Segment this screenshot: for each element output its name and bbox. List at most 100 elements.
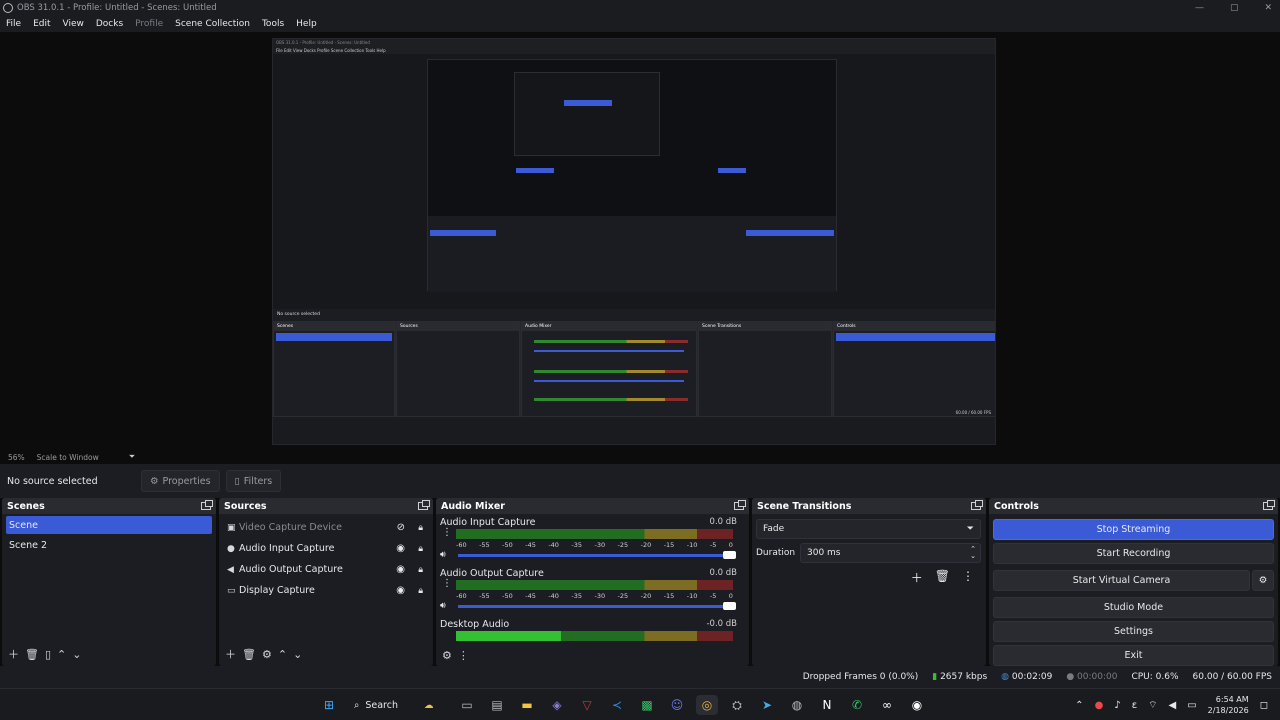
notion-icon[interactable]: N [816,695,838,715]
source-item[interactable]: ▭ Display Capture ◉ 🔒︎ [219,580,433,601]
kebab-menu-icon[interactable]: ⋮ [442,527,452,538]
source-item[interactable]: ▣ Video Capture Device ⊘ 🔒︎ [219,517,433,538]
filters-button[interactable]: ▯ Filters [225,470,282,492]
minimize-icon[interactable]: — [1195,3,1204,13]
menu-view[interactable]: View [57,19,90,29]
chrome-icon[interactable]: ◎ [696,695,718,715]
exit-button[interactable]: Exit [993,645,1274,666]
slider-handle[interactable] [723,551,736,559]
trash-icon[interactable]: 🗑 [242,648,256,661]
slider-handle[interactable] [723,602,736,610]
add-icon[interactable]: ＋ [8,646,19,662]
volume-icon[interactable]: ◀ [1169,700,1177,711]
eye-icon[interactable]: ◉ [396,543,405,554]
scene-item[interactable]: Scene 2 [6,536,212,554]
undock-icon[interactable] [971,500,983,510]
gear-icon[interactable]: ⚙ [262,648,272,661]
file-explorer-icon[interactable]: ▬ [516,695,538,715]
menu-tools[interactable]: Tools [256,19,290,29]
arrow-down-icon[interactable]: ⌄ [72,648,81,661]
start-virtual-camera-button[interactable]: Start Virtual Camera [993,570,1250,591]
wifi-icon[interactable]: ⌔ [1148,699,1157,712]
trash-icon[interactable]: 🗑 [935,569,950,586]
kebab-menu-icon[interactable]: ⋮ [442,578,452,589]
minecraft-icon[interactable]: ▩ [636,695,658,715]
scene-item[interactable]: Scene [6,516,212,534]
mixer-settings-icon[interactable]: ⚙ [442,649,452,662]
preview-canvas[interactable]: OBS 31.0.1 - Profile: Untitled - Scenes:… [0,32,1280,450]
github-icon[interactable]: ◍ [786,695,808,715]
telegram-icon[interactable]: ➤ [756,695,778,715]
undock-icon[interactable] [418,500,430,510]
transition-select[interactable]: Fade ⏷ [756,519,981,539]
settings-button[interactable]: Settings [993,621,1274,642]
app-icon[interactable]: ∞ [876,695,898,715]
whatsapp-icon[interactable]: ✆ [846,695,868,715]
steam-icon[interactable]: ⛭ [726,695,748,715]
filter-icon[interactable]: ▯ [45,648,51,661]
chevron-up-icon[interactable]: ⌃ [1075,700,1083,711]
discord-icon[interactable]: ☺ [666,695,688,715]
kebab-menu-icon[interactable]: ⋮ [962,569,974,586]
add-icon[interactable]: ＋ [225,646,236,662]
meter-tick-label: -60 [456,592,467,600]
undock-icon[interactable] [1263,500,1275,510]
language-indicator[interactable]: ε [1132,700,1137,711]
eye-hidden-icon[interactable]: ⊘ [397,522,405,533]
notification-icon[interactable]: ◻ [1260,700,1268,711]
arrow-up-icon[interactable]: ⌃ [278,648,287,661]
lock-icon[interactable]: 🔒︎ [418,523,423,533]
menu-edit[interactable]: Edit [27,19,56,29]
chevron-down-icon[interactable]: ⏷ [129,452,135,462]
menu-help[interactable]: Help [290,19,323,29]
studio-mode-button[interactable]: Studio Mode [993,597,1274,618]
stop-streaming-button[interactable]: Stop Streaming [993,519,1274,540]
volume-slider[interactable] [458,602,736,610]
spinner-arrows-icon[interactable]: ⌃ ⌄ [970,546,976,560]
arrow-up-icon[interactable]: ⌃ [57,648,66,661]
duration-field[interactable]: 300 ms ⌃ ⌄ [800,543,981,563]
lock-icon[interactable]: 🔒︎ [418,544,423,554]
nested-menu: File Edit View Docks Profile Scene Colle… [273,47,995,54]
lock-icon[interactable]: 🔒︎ [418,586,423,596]
arrow-down-icon[interactable]: ⌄ [293,648,302,661]
undock-icon[interactable] [201,500,213,510]
undock-icon[interactable] [734,500,746,510]
taskbar-search[interactable]: ⌕ Search ☁ [348,693,448,717]
menu-docks[interactable]: Docks [90,19,129,29]
app-icon[interactable]: ▽ [576,695,598,715]
eye-icon[interactable]: ◉ [396,585,405,596]
microphone-icon[interactable]: ♪ [1114,700,1120,711]
scenes-header: Scenes [2,498,216,514]
task-view-icon[interactable]: ▭ [456,695,478,715]
tray-app-icon[interactable]: ● [1095,700,1104,711]
trash-icon[interactable]: 🗑 [25,648,39,661]
properties-button[interactable]: ⚙ Properties [141,470,220,492]
source-item[interactable]: ◀ Audio Output Capture ◉ 🔒︎ [219,559,433,580]
clock[interactable]: 6:54 AM 2/18/2026 [1208,694,1249,716]
stream-icon: ◍ [1001,672,1010,682]
windows-start-icon[interactable]: ⊞ [318,695,340,715]
speaker-icon[interactable]: 🔊︎ [440,601,446,611]
close-icon[interactable]: ✕ [1264,3,1272,13]
start-recording-button[interactable]: Start Recording [993,543,1274,564]
obs-icon[interactable]: ◉ [906,695,928,715]
scale-mode[interactable]: Scale to Window [37,453,99,462]
eye-icon[interactable]: ◉ [396,564,405,575]
menu-profile[interactable]: Profile [129,19,169,29]
speaker-icon[interactable]: 🔊︎ [440,550,446,560]
kebab-menu-icon[interactable]: ⋮ [458,649,469,662]
add-icon[interactable]: ＋ [911,569,923,586]
source-item[interactable]: ● Audio Input Capture ◉ 🔒︎ [219,538,433,559]
volume-slider[interactable] [458,551,736,559]
copilot-icon[interactable]: ◈ [546,695,568,715]
battery-icon[interactable]: ▭ [1187,700,1196,711]
menu-scene-collection[interactable]: Scene Collection [169,19,256,29]
gear-icon[interactable]: ⚙ [1252,570,1274,591]
vscode-icon[interactable]: ≺ [606,695,628,715]
maximize-icon[interactable]: ▢ [1230,3,1239,13]
meter-tick-label: -60 [456,541,467,549]
lock-icon[interactable]: 🔒︎ [418,565,423,575]
store-icon[interactable]: ▤ [486,695,508,715]
menu-file[interactable]: File [0,19,27,29]
